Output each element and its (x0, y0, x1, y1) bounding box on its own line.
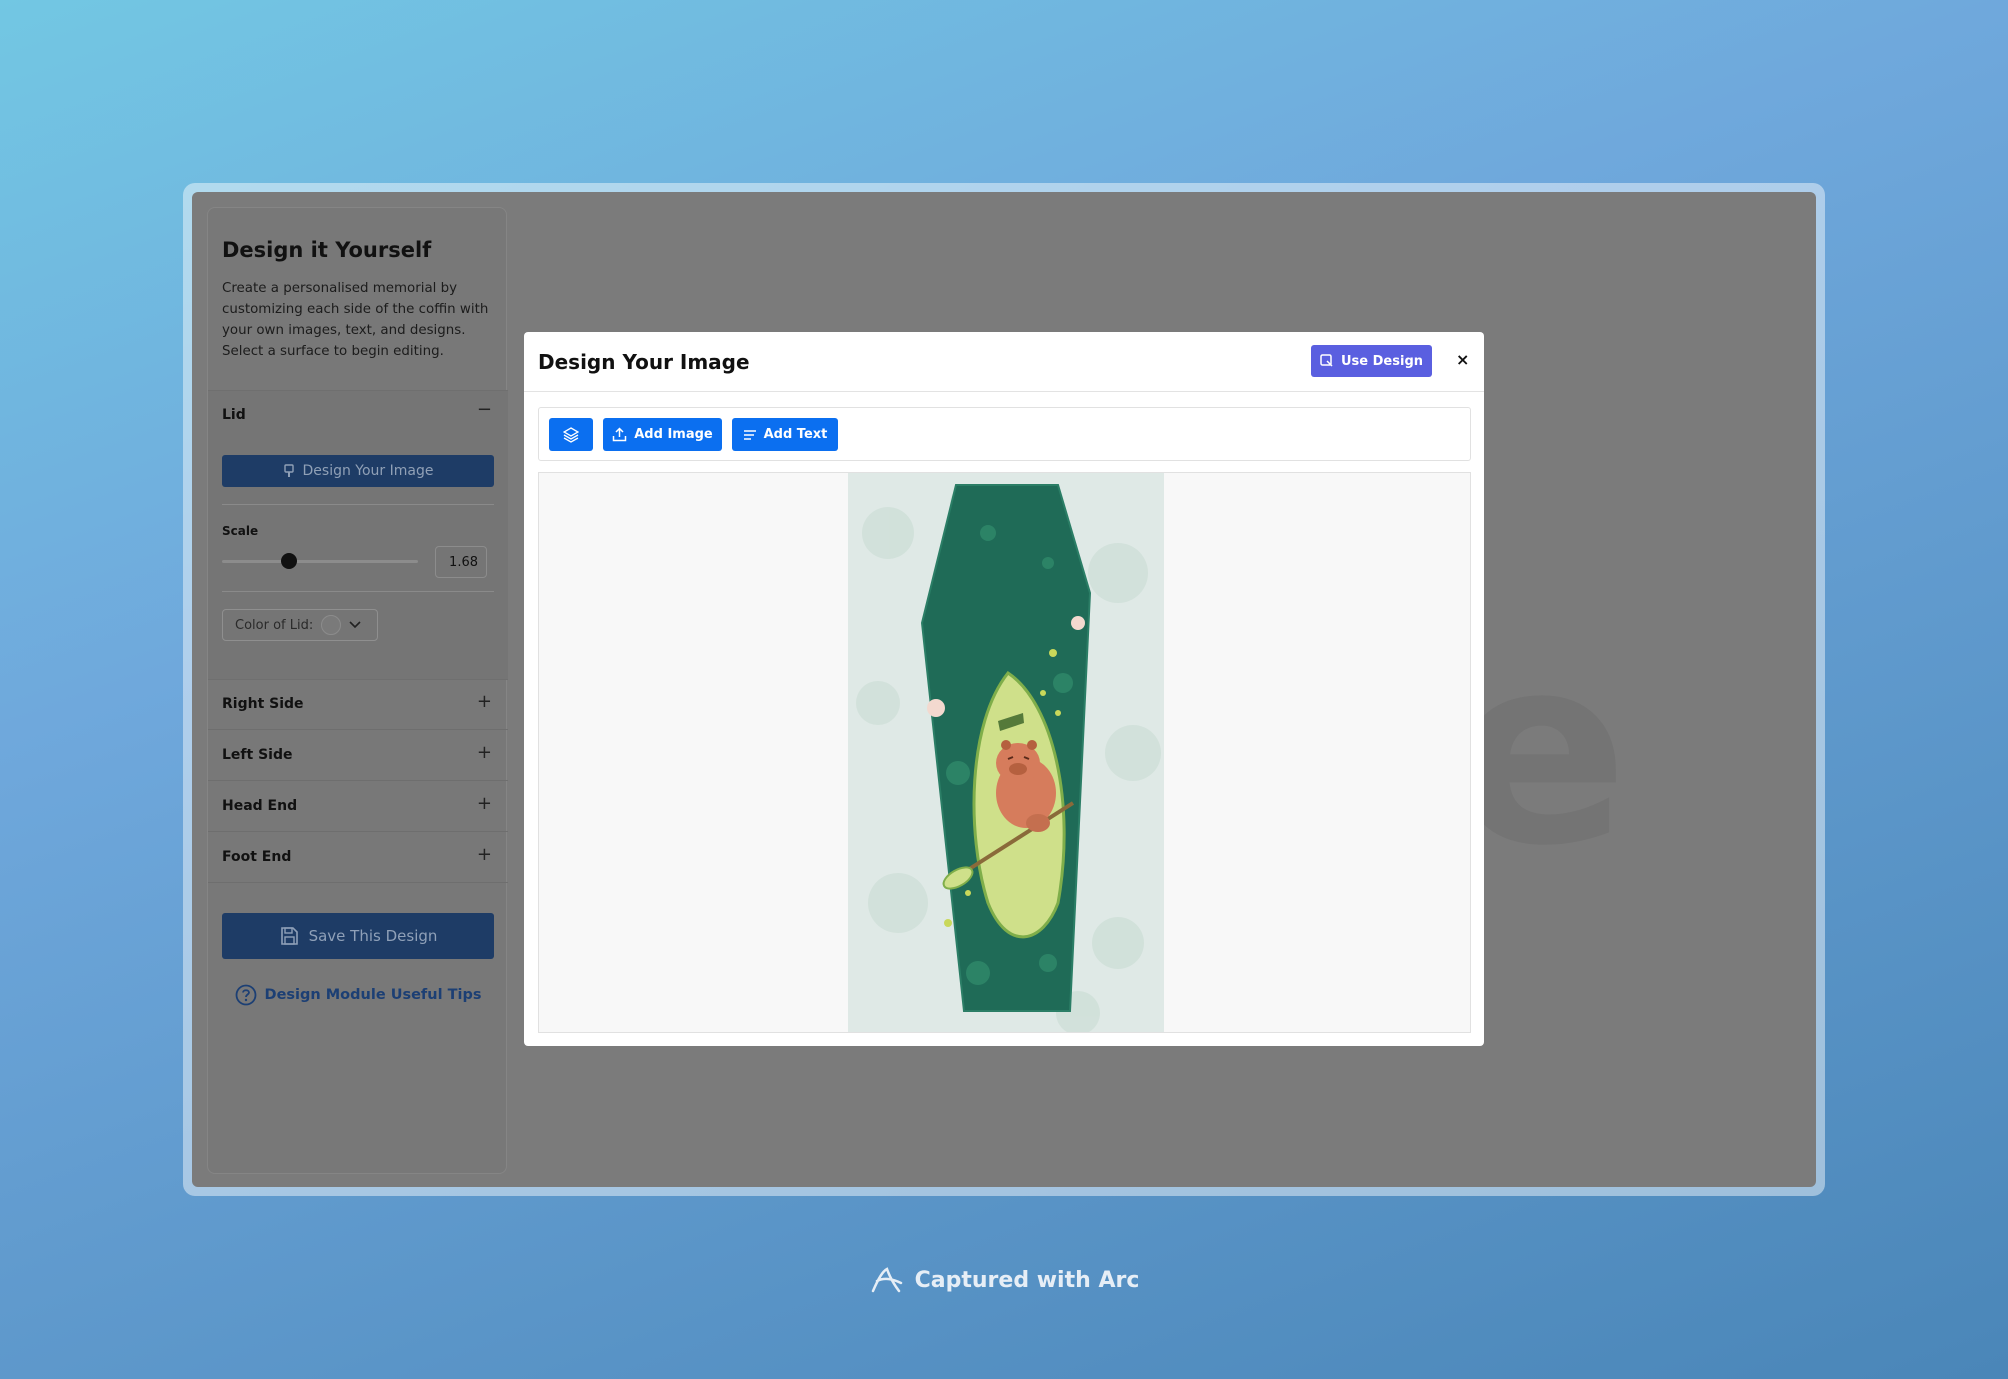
section-foot-end[interactable]: Foot End + (208, 833, 508, 883)
add-image-label: Add Image (634, 427, 713, 442)
lid-section-label[interactable]: Lid (222, 407, 246, 423)
useful-tips-link[interactable]: Design Module Useful Tips (208, 984, 508, 1006)
design-your-image-button[interactable]: Design Your Image (222, 455, 494, 487)
add-text-label: Add Text (763, 427, 828, 442)
save-design-label: Save This Design (308, 927, 438, 945)
section-label: Head End (222, 798, 298, 814)
scale-value-input[interactable]: 1.68 (435, 546, 487, 578)
sidebar-title: Design it Yourself (222, 238, 432, 262)
arc-watermark-label: Captured with Arc (914, 1267, 1140, 1293)
design-canvas[interactable] (538, 472, 1471, 1033)
help-icon (235, 984, 256, 1006)
expand-icon[interactable]: + (477, 793, 492, 814)
add-image-button[interactable]: Add Image (603, 418, 722, 451)
lid-color-picker[interactable]: Color of Lid: (222, 609, 378, 641)
expand-icon[interactable]: + (477, 742, 492, 763)
use-design-button[interactable]: Use Design (1311, 345, 1432, 377)
text-lines-icon (743, 429, 756, 440)
arc-logo-icon (871, 1267, 902, 1293)
section-label: Left Side (222, 747, 293, 763)
save-design-button[interactable]: Save This Design (222, 913, 494, 959)
section-right-side[interactable]: Right Side + (208, 680, 508, 730)
lid-design-image[interactable] (848, 473, 1164, 1033)
browser-frame: e Design it Yourself Create a personalis… (183, 183, 1825, 1196)
lid-color-label: Color of Lid: (235, 617, 314, 633)
design-sidebar: Design it Yourself Create a personalised… (207, 207, 508, 1174)
section-label: Foot End (222, 849, 292, 865)
close-icon[interactable]: × (1456, 350, 1469, 369)
useful-tips-label: Design Module Useful Tips (264, 987, 482, 1003)
app-viewport: e Design it Yourself Create a personalis… (192, 192, 1816, 1187)
lid-color-swatch (321, 615, 342, 635)
scale-label: Scale (222, 524, 259, 538)
divider (222, 504, 494, 505)
arc-watermark: Captured with Arc (0, 1265, 2008, 1295)
expand-icon[interactable]: + (477, 691, 492, 712)
design-image-modal: Design Your Image Use Design × Add Image (524, 332, 1484, 1046)
modal-header: Design Your Image Use Design × (524, 332, 1484, 392)
scale-slider-thumb[interactable] (280, 553, 297, 569)
modal-title: Design Your Image (538, 350, 750, 374)
chevron-down-icon (349, 621, 361, 629)
lid-section: Lid − Design Your Image Scale 1.68 Color… (208, 390, 508, 680)
collapse-icon[interactable]: − (477, 399, 492, 420)
scale-slider[interactable] (222, 553, 418, 569)
section-label: Right Side (222, 696, 304, 712)
divider (222, 591, 494, 592)
expand-icon[interactable]: + (477, 844, 492, 865)
brush-icon (283, 464, 294, 477)
layers-icon (563, 426, 579, 443)
section-left-side[interactable]: Left Side + (208, 731, 508, 781)
save-icon (280, 927, 298, 945)
editor-toolbar: Add Image Add Text (538, 407, 1471, 461)
lid-image-backdrop (848, 473, 1164, 1033)
use-design-label: Use Design (1341, 353, 1423, 369)
upload-icon (613, 427, 627, 442)
sidebar-description: Create a personalised memorial by custom… (222, 281, 489, 359)
layers-button[interactable] (549, 418, 593, 451)
section-head-end[interactable]: Head End + (208, 782, 508, 832)
use-design-icon (1320, 354, 1333, 367)
add-text-button[interactable]: Add Text (732, 418, 838, 451)
design-your-image-label: Design Your Image (302, 463, 434, 479)
